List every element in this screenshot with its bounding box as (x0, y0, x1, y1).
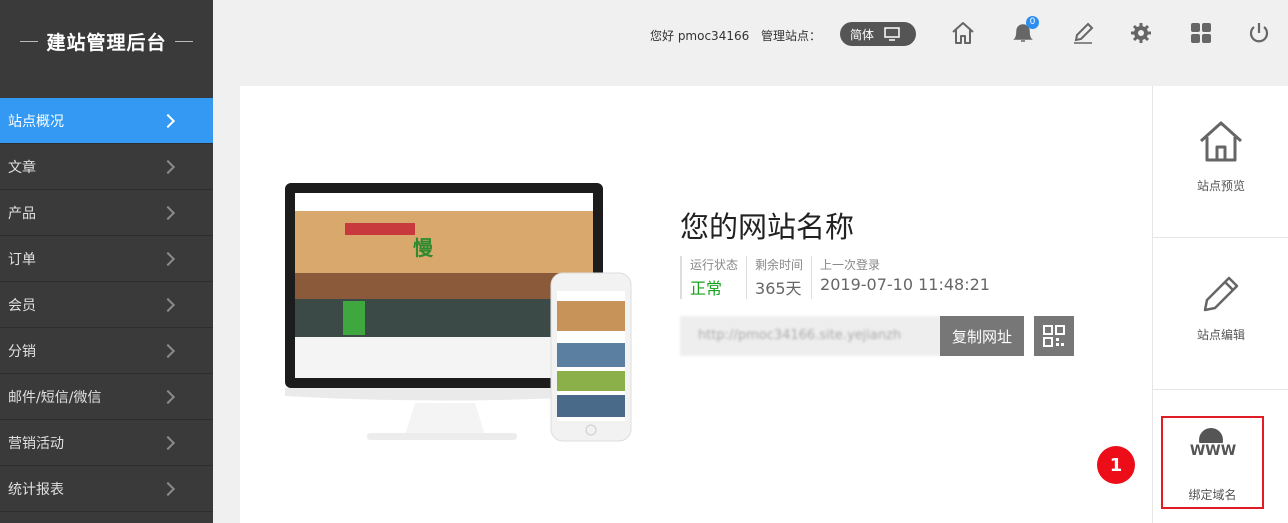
stat-label: 上一次登录 (820, 258, 881, 272)
home-icon[interactable] (950, 20, 976, 46)
stat-value: 正常 (690, 279, 723, 298)
site-edit-button[interactable]: 站点编辑 (1153, 238, 1288, 390)
chevron-right-icon (160, 159, 176, 174)
sidebar: 建站管理后台 站点概况 文章 产品 订单 会员 分销 邮件/短信/微信 营销活动… (0, 0, 213, 523)
stat-label: 运行状态 (690, 258, 739, 272)
notification-badge: 0 (1026, 16, 1039, 29)
stat-value: 365天 (755, 279, 802, 298)
site-overview-card: 慢 您的网站名称 运行状态 正常 剩余时间 365天 上一次登录 2019-07… (240, 86, 1152, 523)
stat-remaining: 剩余时间 365天 (746, 256, 811, 299)
stat-status: 运行状态 正常 (680, 256, 746, 299)
copy-url-button[interactable]: 复制网址 (940, 316, 1024, 356)
site-name: 您的网站名称 (680, 210, 855, 244)
language-button[interactable]: 简体 (840, 22, 916, 46)
sidebar-item-products[interactable]: 产品 (0, 190, 213, 236)
sidebar-item-reports[interactable]: 统计报表 (0, 466, 213, 512)
sidebar-item-label: 站点概况 (8, 113, 64, 130)
home-icon (1199, 121, 1243, 162)
chevron-right-icon (160, 251, 176, 266)
site-preview-button[interactable]: 站点预览 (1153, 86, 1288, 238)
sidebar-item-label: 统计报表 (8, 481, 64, 498)
preview-slogan: 慢 (413, 236, 434, 260)
site-edit-label: 站点编辑 (1196, 328, 1245, 342)
sidebar-menu: 站点概况 文章 产品 订单 会员 分销 邮件/短信/微信 营销活动 统计报表 (0, 98, 213, 512)
language-label: 简体 (850, 27, 875, 42)
site-preview-illustration: 慢 (285, 183, 632, 442)
sidebar-item-messaging[interactable]: 邮件/短信/微信 (0, 374, 213, 420)
monitor-icon (884, 27, 900, 41)
notification-button[interactable]: 0 (1010, 16, 1039, 46)
stat-value: 2019-07-10 11:48:21 (820, 275, 990, 294)
stat-label: 剩余时间 (755, 258, 804, 272)
edit-icon[interactable] (1070, 20, 1096, 46)
sidebar-item-label: 产品 (8, 205, 36, 222)
chevron-right-icon (160, 435, 176, 450)
site-stats: 运行状态 正常 剩余时间 365天 上一次登录 2019-07-10 11:48… (680, 256, 998, 299)
sidebar-item-label: 文章 (8, 159, 36, 176)
sidebar-item-label: 会员 (8, 297, 36, 314)
sidebar-item-articles[interactable]: 文章 (0, 144, 213, 190)
sidebar-item-orders[interactable]: 订单 (0, 236, 213, 282)
sidebar-item-label: 订单 (8, 251, 36, 268)
site-url-field[interactable]: http://pmoc34166.site.yejianzh (680, 316, 942, 356)
chevron-right-icon (160, 481, 176, 496)
sidebar-item-label: 邮件/短信/微信 (8, 389, 102, 406)
sidebar-item-distribution[interactable]: 分销 (0, 328, 213, 374)
qr-code-button[interactable] (1034, 316, 1074, 356)
www-globe-icon: WWW (1186, 428, 1239, 459)
chevron-right-icon (160, 343, 176, 358)
sidebar-item-label: 分销 (8, 343, 36, 360)
sidebar-item-members[interactable]: 会员 (0, 282, 213, 328)
qr-code-icon (1043, 325, 1065, 347)
step-number-badge: 1 (1097, 446, 1135, 484)
bind-domain-label: 绑定域名 (1188, 488, 1237, 502)
chevron-right-icon (160, 389, 176, 404)
user-greeting: 您好 pmoc34166 (650, 29, 750, 43)
grid-icon[interactable] (1188, 20, 1214, 46)
chevron-right-icon (160, 205, 176, 220)
brand-title: 建站管理后台 (0, 0, 213, 82)
topbar: 您好 pmoc34166 管理站点： 简体 0 (213, 0, 1288, 70)
chevron-right-icon (160, 113, 176, 128)
power-icon[interactable] (1246, 20, 1272, 46)
pencil-icon (1203, 276, 1239, 312)
site-preview-label: 站点预览 (1196, 179, 1245, 193)
sidebar-item-label: 营销活动 (8, 435, 64, 452)
chevron-right-icon (160, 297, 176, 312)
sidebar-item-overview[interactable]: 站点概况 (0, 98, 213, 144)
stat-last-login: 上一次登录 2019-07-10 11:48:21 (811, 256, 998, 299)
svg-text:WWW: WWW (1189, 443, 1235, 459)
bind-domain-button[interactable]: WWW 绑定域名 (1161, 416, 1264, 509)
sidebar-item-marketing[interactable]: 营销活动 (0, 420, 213, 466)
gear-icon[interactable] (1128, 20, 1154, 46)
site-label: 管理站点： (761, 29, 822, 43)
